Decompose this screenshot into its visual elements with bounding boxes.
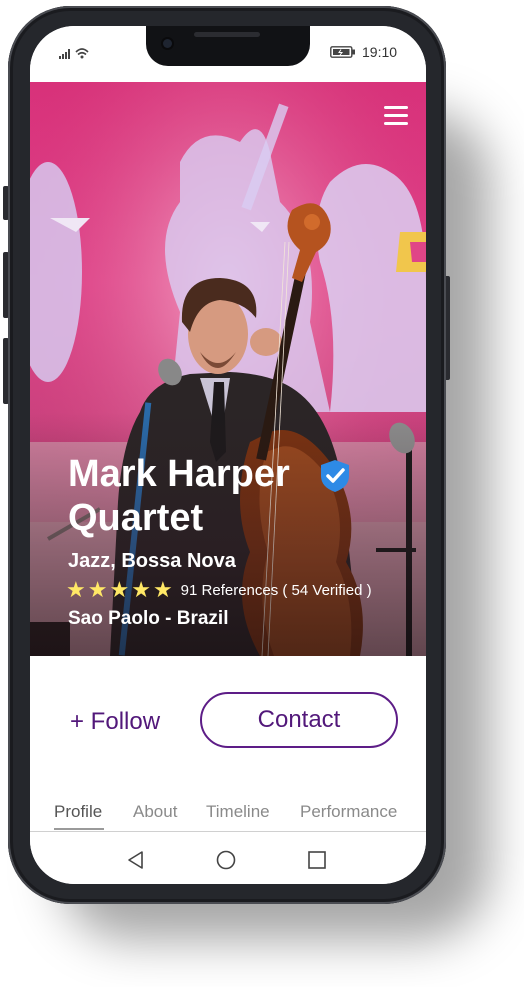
tab-timeline[interactable]: Timeline [206, 802, 270, 822]
rating-row: ★ ★ ★ ★ ★ 91 References ( 54 Verified ) [66, 578, 372, 602]
signal-wifi-icon [59, 48, 89, 59]
earpiece-speaker [194, 32, 260, 37]
star-icon: ★ [131, 577, 151, 602]
star-icon: ★ [109, 577, 130, 602]
recents-icon[interactable] [307, 850, 327, 870]
active-tab-indicator [54, 828, 104, 830]
star-icon: ★ [87, 577, 108, 602]
follow-button[interactable]: + Follow [70, 708, 160, 736]
artist-genres: Jazz, Bossa Nova [68, 550, 236, 572]
status-time: 19:10 [362, 44, 398, 60]
home-icon[interactable] [216, 850, 236, 870]
tab-profile[interactable]: Profile [54, 802, 102, 822]
profile-tabs: Profile About Timeline Performance [30, 792, 426, 832]
references-count[interactable]: 91 References ( 54 Verified ) [181, 582, 372, 599]
phone-screen: 19:10 Mark Harper Quartet Jazz, Bossa No… [30, 26, 426, 884]
battery-icon [330, 46, 355, 58]
star-icon: ★ [66, 577, 86, 602]
hamburger-menu-icon[interactable] [384, 106, 408, 125]
tab-about[interactable]: About [133, 802, 177, 822]
artist-name-line-2: Quartet [68, 497, 204, 539]
verified-badge-icon [321, 460, 349, 492]
front-camera [163, 39, 172, 48]
system-nav-bar [30, 832, 426, 884]
artist-location: Sao Paolo - Brazil [68, 608, 229, 629]
phone-frame: 19:10 Mark Harper Quartet Jazz, Bossa No… [8, 6, 446, 904]
back-icon[interactable] [126, 850, 146, 870]
contact-button-label: Contact [257, 706, 341, 733]
tab-performance[interactable]: Performance [300, 802, 397, 822]
artist-hero-image: Mark Harper Quartet Jazz, Bossa Nova ★ ★… [30, 82, 426, 656]
star-icon: ★ [152, 577, 173, 602]
notch [146, 26, 310, 66]
contact-button[interactable]: Contact [200, 692, 398, 748]
